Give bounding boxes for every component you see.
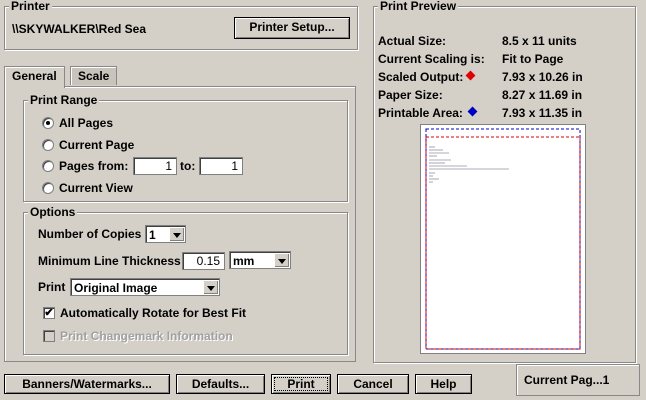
radio-all-pages[interactable] [42, 117, 54, 129]
print-label: Print [38, 280, 66, 294]
printable-area-value: 7.93 x 11.35 in [502, 106, 583, 120]
print-range-legend: Print Range [28, 93, 100, 107]
paper-size-value: 8.27 x 11.69 in [502, 88, 583, 102]
print-preview-legend: Print Preview [378, 0, 459, 13]
all-pages-label: All Pages [59, 116, 114, 130]
tab-scale[interactable]: Scale [70, 66, 118, 85]
help-button[interactable]: Help [415, 374, 472, 394]
chevron-down-icon[interactable] [274, 253, 289, 267]
pages-to-label: to: [180, 159, 196, 173]
scaled-output-label: Scaled Output: [378, 70, 464, 84]
printable-area-label: Printable Area: [378, 106, 463, 120]
actual-size-value: 8.5 x 11 units [502, 34, 577, 48]
scaled-output-value: 7.93 x 10.26 in [502, 70, 583, 84]
pages-from-input[interactable]: 1 [133, 157, 177, 175]
auto-rotate-label: Automatically Rotate for Best Fit [60, 306, 247, 320]
pages-from-label: Pages from: [59, 159, 129, 173]
banners-watermarks-button[interactable]: Banners/Watermarks... [4, 374, 170, 394]
line-thickness-label: Minimum Line Thickness [38, 254, 181, 268]
copies-label: Number of Copies [38, 227, 142, 241]
unit-value: mm [233, 254, 255, 268]
printer-name: \\SKYWALKER\Red Sea [12, 22, 147, 36]
print-what-value: Original Image [74, 281, 158, 295]
page-text-lines [429, 146, 509, 183]
scaling-label: Current Scaling is: [378, 52, 485, 66]
current-page-label: Current Page [59, 138, 135, 152]
pages-to-input[interactable]: 1 [199, 157, 243, 175]
scaling-value: Fit to Page [502, 52, 564, 66]
cancel-button[interactable]: Cancel [337, 374, 409, 394]
unit-select[interactable]: mm [229, 251, 291, 269]
actual-size-label: Actual Size: [378, 34, 447, 48]
options-legend: Options [28, 205, 78, 219]
chevron-down-icon[interactable] [169, 227, 184, 241]
copies-select[interactable]: 1 [145, 225, 186, 243]
printer-group: Printer \\SKYWALKER\Red Sea Printer Setu… [4, 0, 358, 50]
line-thickness-input[interactable]: 0.15 [182, 252, 225, 270]
print-what-select[interactable]: Original Image [70, 278, 220, 296]
tab-general-label: General [12, 69, 57, 83]
page-preview [420, 124, 586, 354]
copies-value: 1 [149, 228, 156, 242]
page-preview-drawing [425, 128, 581, 350]
print-button[interactable]: Print [271, 374, 331, 394]
printable-area-outline [425, 128, 581, 350]
radio-current-page[interactable] [42, 139, 54, 151]
changemark-label: Print Changemark Information [60, 329, 233, 343]
status-text: Current Pag...1 [524, 373, 610, 387]
defaults-button[interactable]: Defaults... [176, 374, 265, 394]
tab-general[interactable]: General [4, 66, 65, 88]
changemark-checkbox[interactable] [43, 330, 55, 342]
auto-rotate-checkbox[interactable]: ✔ [43, 307, 55, 319]
current-view-label: Current View [59, 181, 133, 195]
status-panel: Current Pag...1 [516, 364, 640, 396]
radio-current-view[interactable] [42, 182, 54, 194]
chevron-down-icon[interactable] [203, 280, 218, 294]
printer-legend: Printer [9, 0, 52, 13]
printer-setup-button[interactable]: Printer Setup... [234, 17, 350, 39]
paper-size-label: Paper Size: [378, 88, 443, 102]
radio-pages-from[interactable] [42, 160, 54, 172]
tab-scale-label: Scale [78, 69, 110, 83]
